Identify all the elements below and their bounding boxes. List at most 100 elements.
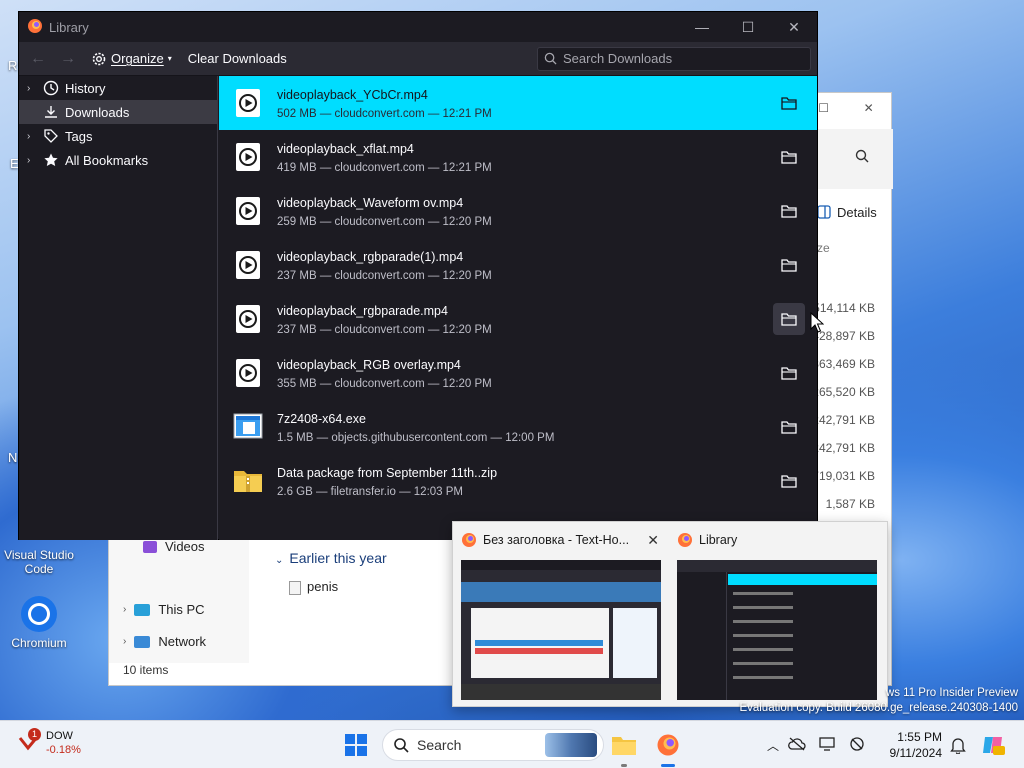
download-row[interactable]: videoplayback_Waveform ov.mp4 259 MB — cl… — [219, 184, 817, 238]
clear-downloads-label: Clear Downloads — [187, 51, 287, 66]
sidebar-item-history[interactable]: › History — [19, 76, 217, 100]
organize-menu-button[interactable]: Organize ▾ — [87, 49, 176, 69]
mouse-cursor-icon — [810, 312, 824, 333]
download-row[interactable]: videoplayback_RGB overlay.mp4 355 MB — cl… — [219, 346, 817, 400]
firefox-icon — [462, 533, 476, 547]
taskbar-search[interactable]: Search — [382, 729, 604, 761]
details-pane-button[interactable]: Details — [817, 197, 893, 227]
copilot-button[interactable] — [978, 721, 1008, 768]
show-in-folder-button[interactable] — [773, 195, 805, 227]
chevron-right-icon[interactable]: › — [123, 604, 126, 615]
nav-item-this-pc[interactable]: › This PC — [123, 602, 205, 617]
library-titlebar[interactable]: Library — ☐ ✕ — [19, 12, 817, 42]
sidebar-item-downloads[interactable]: Downloads — [19, 100, 217, 124]
system-tray: ︿ — [764, 721, 872, 768]
download-file-meta: 259 MB — cloudconvert.com — 12:20 PM — [277, 216, 492, 228]
display-icon[interactable] — [812, 736, 842, 754]
stock-down-icon: 1 — [18, 728, 41, 754]
download-file-name: videoplayback_RGB overlay.mp4 — [277, 358, 461, 372]
file-explorer-taskbar-icon[interactable] — [606, 721, 642, 768]
taskbar-clock[interactable]: 1:55 PM 9/11/2024 — [880, 729, 943, 761]
details-label: Details — [837, 204, 877, 220]
desktop-icon-vscode[interactable]: Visual Studio Code — [3, 548, 75, 576]
cloud-offline-icon[interactable] — [782, 737, 812, 754]
back-arrow-icon[interactable]: ← — [27, 50, 49, 68]
thumbnail-library[interactable]: Library — [671, 528, 881, 702]
nav-item-label: This PC — [158, 602, 205, 617]
installer-file-icon — [233, 411, 263, 443]
download-row[interactable]: videoplayback_YCbCr.mp4 502 MB — cloudcon… — [219, 76, 817, 130]
download-file-name: videoplayback_xflat.mp4 — [277, 142, 414, 156]
chevron-right-icon[interactable]: › — [27, 131, 37, 142]
desktop-icon-label-partial: R — [8, 58, 18, 73]
details-icon — [817, 205, 831, 219]
thumbnail-preview — [461, 560, 661, 700]
explorer-toolbar — [809, 129, 893, 189]
chevron-up-icon[interactable]: ︿ — [764, 737, 782, 754]
firefox-icon — [678, 533, 692, 547]
search-icon[interactable] — [855, 149, 869, 166]
text-file-icon — [289, 580, 301, 595]
chevron-right-icon[interactable]: › — [27, 83, 37, 94]
watermark-line: ws 11 Pro Insider Preview — [885, 687, 1018, 699]
download-row[interactable]: videoplayback_xflat.mp4 419 MB — cloudcon… — [219, 130, 817, 184]
chevron-right-icon[interactable]: › — [27, 155, 37, 166]
video-file-icon — [233, 195, 263, 227]
desktop-icon-chromium[interactable]: Chromium — [3, 594, 75, 650]
gear-icon — [92, 52, 106, 65]
download-file-name: videoplayback_rgbparade.mp4 — [277, 304, 448, 318]
thumbnail-text-editor[interactable]: Без заголовка - Text-Ho... ✕ — [455, 528, 665, 702]
search-label: Search — [417, 737, 462, 753]
chevron-right-icon[interactable]: › — [123, 636, 126, 647]
group-header-earlier-this-year[interactable]: ⌄ Earlier this year — [275, 550, 387, 566]
show-in-folder-button[interactable] — [773, 303, 805, 335]
show-in-folder-button[interactable] — [773, 465, 805, 497]
download-row[interactable]: Data package from September 11th..zip 2.6… — [219, 454, 817, 508]
maximize-icon[interactable]: ☐ — [818, 101, 829, 115]
sidebar-item-all-bookmarks[interactable]: › All Bookmarks — [19, 148, 217, 172]
folder-icon — [781, 421, 797, 434]
zip-folder-icon — [233, 465, 263, 497]
stock-name: DOW — [46, 730, 73, 742]
window-controls: — ☐ ✕ — [679, 12, 817, 42]
sidebar-item-tags[interactable]: › Tags — [19, 124, 217, 148]
notifications-button[interactable] — [944, 721, 972, 768]
search-highlight-icon — [545, 733, 597, 757]
folder-icon — [781, 151, 797, 164]
forward-arrow-icon[interactable]: → — [57, 50, 79, 68]
close-icon[interactable]: ✕ — [864, 101, 874, 115]
show-in-folder-button[interactable] — [773, 411, 805, 443]
download-file-meta: 237 MB — cloudconvert.com — 12:20 PM — [277, 270, 492, 282]
stock-widget[interactable]: 1 DOW -0.18% — [18, 728, 81, 757]
firefox-icon — [657, 734, 679, 756]
nav-item-network[interactable]: › Network — [123, 634, 206, 649]
show-in-folder-button[interactable] — [773, 141, 805, 173]
clear-downloads-button[interactable]: Clear Downloads — [184, 49, 291, 68]
file-size: 242,791 KB — [812, 441, 875, 455]
network-sound-icon[interactable] — [842, 736, 872, 755]
downloads-list[interactable]: videoplayback_YCbCr.mp4 502 MB — cloudcon… — [219, 76, 817, 540]
thumbnail-title: Library — [699, 533, 738, 547]
size-column-header[interactable]: ze — [817, 241, 830, 255]
download-row[interactable]: videoplayback_rgbparade.mp4 237 MB — clou… — [219, 292, 817, 346]
search-icon — [394, 738, 409, 753]
download-file-name: videoplayback_YCbCr.mp4 — [277, 88, 428, 102]
minimize-button[interactable]: — — [679, 12, 725, 42]
search-downloads-field[interactable]: Search Downloads — [537, 46, 811, 71]
start-button[interactable] — [338, 721, 374, 768]
nav-item-videos[interactable]: Videos — [143, 539, 205, 554]
firefox-taskbar-icon[interactable] — [650, 721, 686, 768]
download-file-name: 7z2408-x64.exe — [277, 412, 366, 426]
sidebar-item-label: Downloads — [65, 104, 130, 120]
file-item[interactable]: penis — [289, 579, 338, 595]
show-in-folder-button[interactable] — [773, 357, 805, 389]
close-button[interactable]: ✕ — [771, 12, 817, 42]
library-window[interactable]: Library — ☐ ✕ ← → Organize ▾ Clear Downl… — [18, 11, 818, 540]
show-in-folder-button[interactable] — [773, 249, 805, 281]
show-in-folder-button[interactable] — [773, 87, 805, 119]
library-sidebar: › History Downloads › Tags › All Bookmar… — [19, 76, 218, 540]
download-row[interactable]: videoplayback_rgbparade(1).mp4 237 MB — c… — [219, 238, 817, 292]
maximize-button[interactable]: ☐ — [725, 12, 771, 42]
close-icon[interactable]: ✕ — [647, 532, 659, 549]
download-row[interactable]: 7z2408-x64.exe 1.5 MB — objects.githubuse… — [219, 400, 817, 454]
